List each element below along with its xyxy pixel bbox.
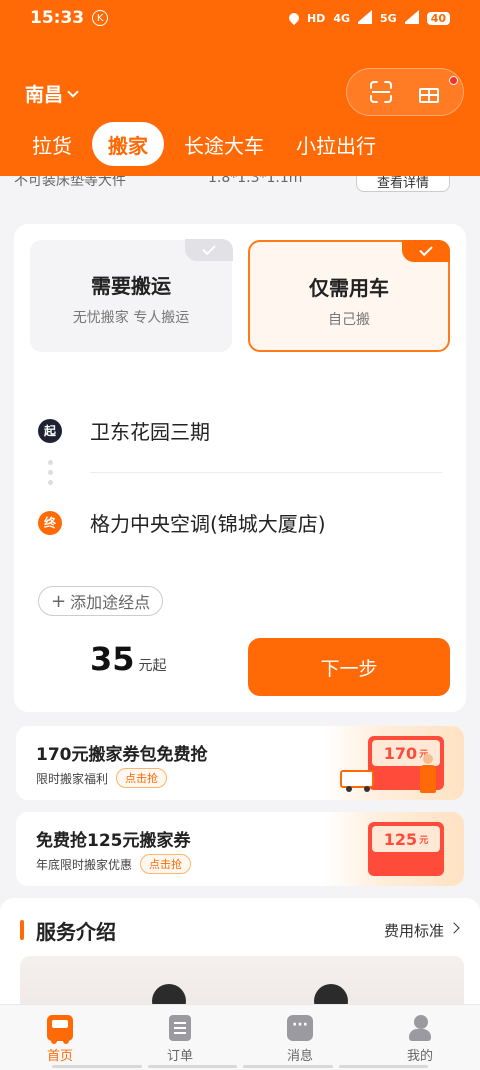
end-address: 格力中央空调(锦城大厦店) <box>90 512 326 536</box>
option-check-badge <box>185 239 233 261</box>
nav-label: 我的 <box>406 1049 433 1064</box>
scan-icon[interactable] <box>370 81 392 103</box>
gesture-bar <box>52 1065 428 1068</box>
order-card: 需要搬运 无忧搬家 专人搬运 仅需用车 自己搬 起 卫东花园三期 终 格力中央空… <box>14 224 466 712</box>
nav-orders[interactable]: 订单 <box>120 1005 240 1070</box>
nav-profile[interactable]: 我的 <box>360 1005 480 1070</box>
scrolled-content-peek: 不可装床垫等大件 1.8*1.3*1.1m 查看详情 <box>0 176 480 198</box>
signal-icon-2 <box>404 10 419 24</box>
city-selector[interactable]: 南昌 <box>25 80 79 107</box>
network-5g-label: 5G <box>380 11 397 25</box>
promo-grab-button[interactable]: 点击抢 <box>116 768 168 788</box>
next-step-button[interactable]: 下一步 <box>248 638 450 696</box>
coupon-unit: 元 <box>419 835 429 846</box>
coupon-value: 170 <box>383 743 418 763</box>
option-title: 仅需用车 <box>309 276 389 300</box>
promo-subtitle: 限时搬家福利 <box>36 771 109 786</box>
option-subtitle: 无忧搬家 专人搬运 <box>72 310 190 326</box>
signal-icon <box>358 10 372 24</box>
service-intro-title: 服务介绍 <box>36 920 116 944</box>
tab-freight[interactable]: 拉货 <box>0 122 88 166</box>
order-icon <box>169 1015 191 1041</box>
tab-moving[interactable]: 搬家 <box>92 122 164 166</box>
promo-illustration: 170 元 <box>324 726 464 800</box>
network-hd-label: HD <box>306 11 326 25</box>
battery-icon: 40 <box>426 11 450 25</box>
network-4g-label: 4G <box>333 11 350 25</box>
promo-grab-button[interactable]: 点击抢 <box>140 854 192 874</box>
message-icon <box>287 1015 313 1041</box>
route-connector <box>48 460 53 490</box>
chevron-down-icon <box>67 85 79 98</box>
k-indicator-icon: K <box>92 10 109 26</box>
view-details-button[interactable]: 查看详情 <box>356 176 450 192</box>
service-tabs: 拉货 搬家 长途大车 小拉出行 <box>0 120 392 168</box>
service-intro-section: 服务介绍 费用标准 <box>0 898 480 1016</box>
end-badge: 终 <box>38 510 62 535</box>
top-actions <box>346 68 464 116</box>
chevron-right-icon[interactable] <box>448 922 460 934</box>
price-unit: 元起 <box>138 658 167 674</box>
nav-label: 首页 <box>46 1049 73 1064</box>
notification-dot <box>449 76 458 85</box>
profile-icon <box>407 1015 433 1041</box>
nav-home[interactable]: 首页 <box>0 1005 120 1070</box>
home-truck-icon <box>47 1015 73 1044</box>
tab-ride[interactable]: 小拉出行 <box>280 122 392 166</box>
promo-illustration: 125 元 <box>324 812 464 886</box>
start-badge: 起 <box>38 418 62 443</box>
gift-icon[interactable] <box>418 81 440 103</box>
end-address-row[interactable]: 终 格力中央空调(锦城大厦店) <box>38 508 458 537</box>
moving-van-icon <box>340 770 374 792</box>
promo-title: 免费抢125元搬家券 <box>36 831 191 851</box>
fee-standard-link[interactable]: 费用标准 <box>384 920 444 941</box>
app-header: 15:33 K HD 4G 5G 40 南昌 拉货 搬家 长途大车 小拉出行 <box>0 0 480 176</box>
price: 35 元起 <box>90 640 167 678</box>
add-waypoint-label: 添加途经点 <box>70 593 151 612</box>
promo-subtitle-row: 年底限时搬家优惠 点击抢 <box>36 854 192 874</box>
divider <box>90 472 442 473</box>
promo-title: 170元搬家券包免费抢 <box>36 745 208 765</box>
price-amount: 35 <box>90 640 135 678</box>
tab-long-haul[interactable]: 长途大车 <box>168 122 280 166</box>
coupon-value: 125 <box>383 829 418 849</box>
nav-messages[interactable]: 消息 <box>240 1005 360 1070</box>
promo-card[interactable]: 免费抢125元搬家券 年底限时搬家优惠 点击抢 125 元 <box>16 812 464 886</box>
add-waypoint-button[interactable]: + 添加途经点 <box>38 586 164 616</box>
nav-label: 订单 <box>166 1049 193 1064</box>
status-bar: 15:33 K HD 4G 5G 40 <box>30 6 450 30</box>
start-address-row[interactable]: 起 卫东花园三期 <box>38 416 458 445</box>
option-need-moving[interactable]: 需要搬运 无忧搬家 专人搬运 <box>30 239 233 352</box>
mover-person-icon <box>420 754 436 794</box>
status-right-icons: HD 4G 5G 40 <box>286 10 450 26</box>
vehicle-note: 不可装床垫等大件 <box>14 176 126 189</box>
location-icon <box>286 10 302 26</box>
start-address: 卫东花园三期 <box>90 420 210 444</box>
city-label: 南昌 <box>25 84 64 106</box>
section-accent-bar <box>20 920 24 940</box>
option-title: 需要搬运 <box>91 274 171 298</box>
option-check-badge <box>402 240 450 262</box>
option-subtitle: 自己搬 <box>328 312 370 328</box>
vehicle-size: 1.8*1.3*1.1m <box>208 176 303 186</box>
plus-icon: + <box>51 590 67 612</box>
option-vehicle-only[interactable]: 仅需用车 自己搬 <box>248 240 450 352</box>
promo-subtitle: 年底限时搬家优惠 <box>36 857 133 872</box>
status-time: 15:33 <box>30 8 85 28</box>
check-icon <box>202 241 216 256</box>
check-icon <box>419 242 433 257</box>
bottom-nav: 首页 订单 消息 我的 <box>0 1004 480 1070</box>
coupon-icon: 125 元 <box>368 822 444 876</box>
promo-subtitle-row: 限时搬家福利 点击抢 <box>36 768 168 788</box>
nav-label: 消息 <box>286 1049 313 1064</box>
promo-card[interactable]: 170元搬家券包免费抢 限时搬家福利 点击抢 170 元 <box>16 726 464 800</box>
